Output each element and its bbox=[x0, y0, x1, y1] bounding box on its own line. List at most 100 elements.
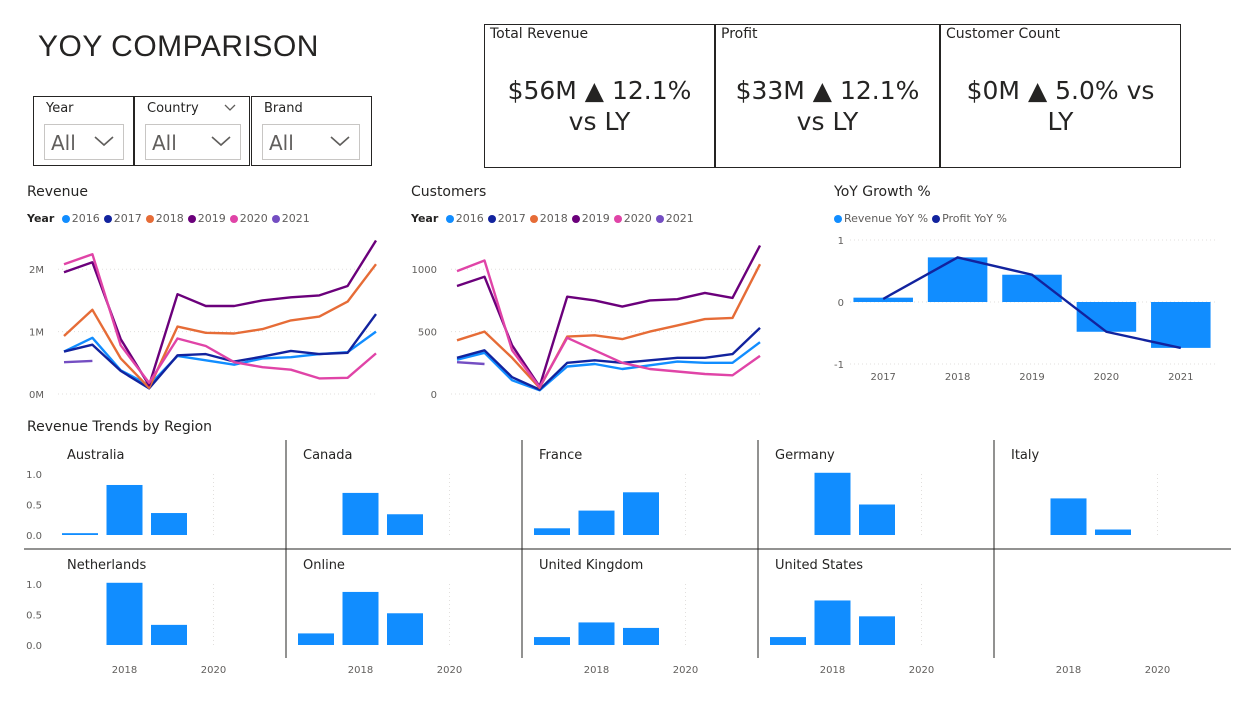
legend-item[interactable]: 2017 bbox=[103, 212, 142, 225]
legend-dot-icon bbox=[229, 215, 238, 223]
revenue-line-chart[interactable]: 0M 1M 2M bbox=[20, 228, 390, 408]
panel-title: Canada bbox=[303, 448, 352, 463]
card-title: Profit bbox=[721, 26, 758, 42]
legend-label: 2019 bbox=[581, 212, 610, 225]
legend-item[interactable]: 2018 bbox=[145, 212, 184, 225]
customers-legend: Year 2016 2017 2018 2019 2020 2021 bbox=[411, 212, 698, 225]
legend-label: 2016 bbox=[455, 212, 484, 225]
region-bar[interactable] bbox=[623, 492, 659, 535]
chevron-down-icon[interactable] bbox=[223, 103, 237, 113]
y-tick-label: 1.0 bbox=[26, 470, 42, 481]
legend-dot-icon bbox=[834, 215, 842, 223]
slicer-country-value: All bbox=[152, 131, 177, 155]
region-bar[interactable] bbox=[342, 591, 379, 645]
card-total-revenue: Total Revenue $56M ▲ 12.1% vs LY bbox=[484, 24, 715, 168]
region-bar[interactable] bbox=[534, 637, 570, 645]
legend-item[interactable]: 2016 bbox=[445, 212, 484, 225]
legend-dot-icon bbox=[487, 215, 496, 223]
region-bar[interactable] bbox=[106, 582, 143, 645]
legend-item[interactable]: 2019 bbox=[187, 212, 226, 225]
panel-title: Australia bbox=[67, 448, 125, 463]
region-bar[interactable] bbox=[62, 533, 98, 535]
region-chart-title: Revenue Trends by Region bbox=[27, 419, 213, 435]
legend-item[interactable]: Profit YoY % bbox=[932, 212, 1007, 225]
x-tick-label: 2018 bbox=[584, 665, 609, 676]
customers-line-chart[interactable]: 0 500 1000 bbox=[405, 228, 775, 408]
bar-revenue-yoy[interactable] bbox=[927, 257, 988, 302]
bar-revenue-yoy[interactable] bbox=[1151, 302, 1211, 348]
region-bar[interactable] bbox=[151, 513, 187, 535]
x-tick-label: 2020 bbox=[673, 665, 698, 676]
legend-dot-icon bbox=[655, 215, 664, 223]
series-line-2021[interactable] bbox=[63, 359, 93, 364]
y-tick-label: 0 bbox=[838, 298, 844, 309]
region-bar[interactable] bbox=[387, 613, 423, 645]
slicer-brand-value: All bbox=[269, 131, 294, 155]
legend-label: 2016 bbox=[71, 212, 100, 225]
page-title: YOY COMPARISON bbox=[38, 30, 319, 63]
region-bar[interactable] bbox=[814, 600, 851, 645]
panel-title: United States bbox=[775, 558, 863, 573]
legend-label: 2021 bbox=[281, 212, 310, 225]
y-tick-label: 0M bbox=[29, 390, 44, 401]
series-line-2018[interactable] bbox=[63, 263, 377, 390]
yoy-chart-title: YoY Growth % bbox=[834, 184, 931, 200]
legend-item[interactable]: 2020 bbox=[613, 212, 652, 225]
legend-item[interactable]: 2016 bbox=[61, 212, 100, 225]
region-bar[interactable] bbox=[106, 484, 143, 535]
legend-item[interactable]: 2019 bbox=[571, 212, 610, 225]
legend-item[interactable]: 2018 bbox=[529, 212, 568, 225]
x-tick-label: 2020 bbox=[1145, 665, 1170, 676]
legend-item[interactable]: Revenue YoY % bbox=[834, 212, 928, 225]
region-bar[interactable] bbox=[342, 492, 379, 535]
legend-item[interactable]: 2021 bbox=[655, 212, 694, 225]
legend-dot-icon bbox=[187, 215, 196, 223]
slicer-year-dropdown[interactable]: All bbox=[44, 124, 124, 160]
y-tick-label: 1000 bbox=[412, 265, 437, 276]
x-tick-label: 2020 bbox=[1094, 372, 1119, 383]
card-profit: Profit $33M ▲ 12.1% vs LY bbox=[715, 24, 940, 168]
region-small-multiples-chart[interactable]: 0.0 0.5 1.0 Australia Canada France Germany Ita… bbox=[20, 438, 1235, 683]
y-tick-label: 1.0 bbox=[26, 580, 42, 591]
region-bar[interactable] bbox=[814, 472, 851, 535]
yoy-growth-chart[interactable]: 1 0 -1 2017 2018 2019 2020 2021 bbox=[826, 228, 1226, 388]
region-bar[interactable] bbox=[298, 633, 334, 645]
region-bar[interactable] bbox=[859, 504, 895, 536]
region-bar[interactable] bbox=[1050, 498, 1087, 535]
legend-item[interactable]: 2017 bbox=[487, 212, 526, 225]
slicer-brand-dropdown[interactable]: All bbox=[262, 124, 360, 160]
customers-chart-title: Customers bbox=[411, 184, 487, 200]
region-bar[interactable] bbox=[578, 510, 615, 535]
legend-item[interactable]: 2020 bbox=[229, 212, 268, 225]
region-bar[interactable] bbox=[534, 528, 570, 535]
y-tick-label: 0.5 bbox=[26, 611, 42, 622]
region-bar[interactable] bbox=[623, 627, 659, 645]
region-bar[interactable] bbox=[578, 622, 615, 645]
y-tick-label: -1 bbox=[834, 360, 844, 371]
legend-item[interactable]: 2021 bbox=[271, 212, 310, 225]
region-bar[interactable] bbox=[151, 624, 187, 645]
x-tick-label: 2020 bbox=[909, 665, 934, 676]
legend-label: 2018 bbox=[539, 212, 568, 225]
region-bar[interactable] bbox=[387, 514, 423, 535]
bar-revenue-yoy[interactable] bbox=[1002, 274, 1062, 302]
card-value: $56M ▲ 12.1% vs LY bbox=[507, 76, 692, 136]
slicer-brand[interactable]: Brand All bbox=[251, 96, 372, 166]
slicer-country[interactable]: Country All bbox=[134, 96, 250, 166]
revenue-legend: Year 2016 2017 2018 2019 2020 2021 bbox=[27, 212, 314, 225]
slicer-country-dropdown[interactable]: All bbox=[145, 124, 241, 160]
legend-dot-icon bbox=[271, 215, 280, 223]
legend-dot-icon bbox=[613, 215, 622, 223]
legend-label: 2018 bbox=[155, 212, 184, 225]
legend-dot-icon bbox=[571, 215, 580, 223]
region-bar[interactable] bbox=[770, 637, 806, 645]
slicer-year[interactable]: Year All bbox=[33, 96, 134, 166]
y-tick-label: 0 bbox=[431, 390, 437, 401]
legend-label: 2017 bbox=[113, 212, 142, 225]
series-line-2021[interactable] bbox=[456, 361, 485, 366]
legend-label: 2020 bbox=[239, 212, 268, 225]
legend-label: 2021 bbox=[665, 212, 694, 225]
y-tick-label: 0.5 bbox=[26, 501, 42, 512]
region-bar[interactable] bbox=[859, 616, 895, 645]
region-bar[interactable] bbox=[1095, 529, 1131, 535]
